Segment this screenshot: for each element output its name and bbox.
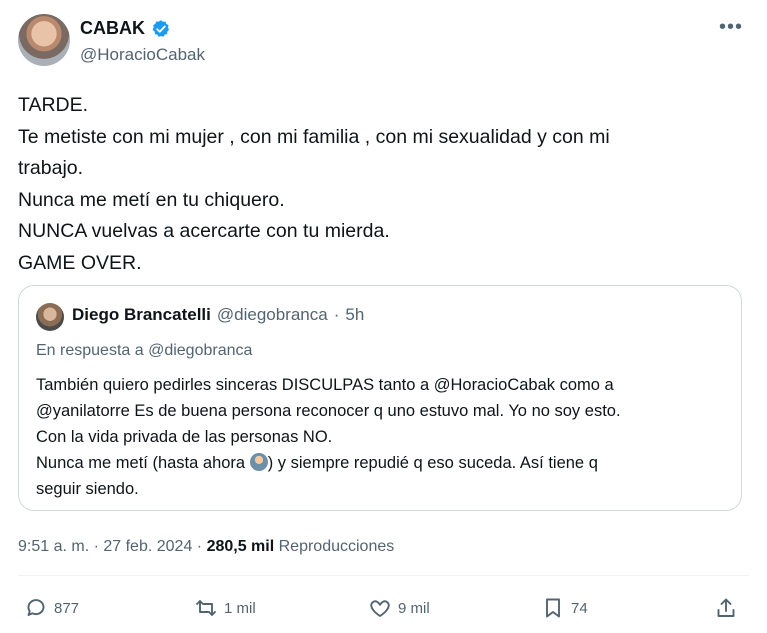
quoted-line: Nunca me metí (hasta ahora ) y siempre r… (36, 450, 726, 476)
reply-button[interactable]: 877 (24, 596, 79, 620)
bookmark-count: 74 (571, 599, 588, 617)
action-bar: 877 1 mil 9 mil 74 (0, 596, 767, 626)
quoted-line-part: ) y siempre repudié q eso suceda. Así ti… (267, 454, 598, 472)
time-date[interactable]: 9:51 a. m. · 27 feb. 2024 · (18, 538, 207, 555)
tweet-line: GAME OVER. (18, 251, 142, 274)
quoted-line: Con la vida privada de las personas NO. (36, 428, 333, 446)
like-count: 9 mil (398, 599, 430, 617)
author-name[interactable]: CABAK (80, 18, 145, 39)
tweet-line: Te metiste con mi mujer , con mi familia… (18, 125, 610, 148)
more-icon[interactable]: ••• (719, 16, 743, 39)
like-button[interactable]: 9 mil (368, 596, 430, 620)
tweet-timestamp: 9:51 a. m. · 27 feb. 2024 · 280,5 mil Re… (18, 538, 394, 556)
tweet-text: TARDE. Te metiste con mi mujer , con mi … (18, 90, 738, 279)
bookmark-button[interactable]: 74 (541, 596, 588, 620)
reply-icon (27, 599, 45, 616)
divider (18, 575, 749, 576)
tweet-line: NUNCA vuelvas a acercarte con tu mierda. (18, 220, 390, 242)
tweet-line: trabajo. (18, 157, 84, 179)
quoted-text: También quiero pedirles sinceras DISCULP… (36, 372, 726, 502)
reply-context: En respuesta a @diegobranca (36, 342, 252, 360)
quoted-author-handle: @diegobranca (216, 305, 328, 324)
reply-count: 877 (54, 599, 80, 617)
views-count: 280,5 mil (206, 538, 275, 555)
person-emoji-icon (249, 453, 268, 471)
author-avatar[interactable] (18, 14, 70, 66)
reply-to-handle: @diegobranca (148, 342, 253, 359)
bookmark-icon (546, 598, 560, 618)
quoted-tweet[interactable]: Diego Brancatelli @diegobranca · 5h En r… (18, 285, 742, 511)
retweet-count: 1 mil (224, 599, 256, 617)
share-button[interactable] (714, 596, 738, 620)
author-name-row: CABAK (80, 18, 171, 39)
quoted-author-avatar (36, 303, 64, 331)
quoted-line: @yanilatorre Es de buena persona reconoc… (36, 402, 621, 420)
retweet-button[interactable]: 1 mil (194, 596, 256, 620)
quoted-author-name: Diego Brancatelli (72, 305, 211, 324)
reply-prefix: En respuesta a (36, 342, 144, 359)
quoted-line-part: Nunca me metí (hasta ahora (36, 454, 250, 472)
quoted-separator: · (333, 305, 340, 324)
quoted-header: Diego Brancatelli @diegobranca · 5h (72, 305, 364, 325)
views-label: Reproducciones (274, 538, 395, 555)
quoted-line: También quiero pedirles sinceras DISCULP… (36, 376, 614, 394)
retweet-icon (196, 600, 216, 616)
tweet-line: Nunca me metí en tu chiquero. (18, 188, 285, 211)
quoted-line: seguir siendo. (36, 480, 139, 498)
author-handle[interactable]: @HoracioCabak (80, 45, 205, 65)
quoted-time: 5h (345, 305, 365, 324)
share-icon (717, 598, 735, 617)
tweet-line: TARDE. (18, 94, 89, 116)
heart-icon (370, 600, 390, 617)
verified-badge-icon (152, 19, 170, 37)
